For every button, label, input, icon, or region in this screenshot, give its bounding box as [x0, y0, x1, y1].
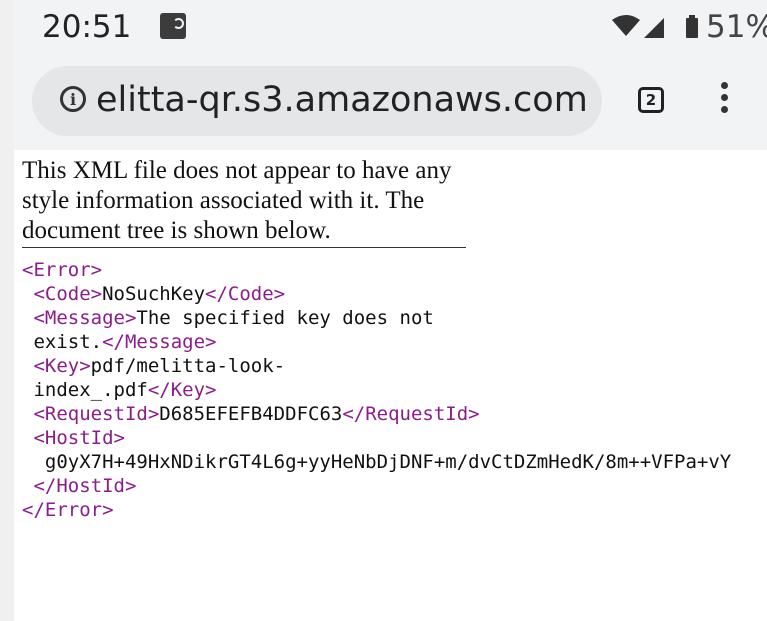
status-bar: 20:51 51% — [14, 0, 767, 56]
message-open-tag: <Message> — [33, 307, 137, 329]
tab-switcher-button[interactable]: 2 — [638, 87, 664, 113]
battery-icon — [686, 18, 698, 38]
notification-icon — [160, 13, 186, 39]
xml-line: <Key>pdf/melitta-look- — [22, 354, 767, 378]
xml-style-notice: This XML file does not appear to have an… — [22, 156, 466, 248]
xml-line: index_.pdf</Key> — [22, 378, 767, 402]
info-icon[interactable]: i — [60, 86, 86, 112]
key-open-tag: <Key> — [33, 355, 91, 377]
left-edge-strip — [0, 0, 14, 621]
key-close-tag: </Key> — [147, 379, 217, 401]
page-content: This XML file does not appear to have an… — [22, 150, 767, 522]
key-value-cont: index_.pdf — [33, 379, 148, 401]
key-value: pdf/melitta-look- — [90, 355, 286, 377]
requestid-close-tag: </RequestId> — [342, 403, 480, 425]
address-bar[interactable]: i elitta-qr.s3.amazonaws.com — [32, 66, 602, 136]
browser-toolbar: i elitta-qr.s3.amazonaws.com 2 — [14, 56, 767, 150]
xml-line: <RequestId>D685EFEFB4DDFC63</RequestId> — [22, 402, 767, 426]
xml-line: <Message>The specified key does not — [22, 306, 767, 330]
code-value: NoSuchKey — [102, 283, 206, 305]
message-value-cont: exist. — [33, 331, 103, 353]
url-text[interactable]: elitta-qr.s3.amazonaws.com — [96, 80, 588, 120]
wifi-icon — [612, 15, 640, 36]
xml-line: </HostId> — [22, 474, 767, 498]
xml-line: g0yX7H+49HxNDikrGT4L6g+yyHeNbDjDNF+m/dvC… — [22, 450, 767, 474]
xml-document-tree: <Error> <Code>NoSuchKey</Code> <Message>… — [22, 258, 767, 522]
message-value: The specified key does not — [136, 307, 434, 329]
hostid-open-tag: <HostId> — [33, 427, 125, 449]
error-open-tag: <Error> — [22, 259, 103, 281]
signal-icon — [644, 18, 664, 38]
hostid-close-tag: </HostId> — [33, 475, 137, 497]
xml-line: <Error> — [22, 258, 767, 282]
message-close-tag: </Message> — [102, 331, 217, 353]
xml-line: </Error> — [22, 498, 767, 522]
error-close-tag: </Error> — [22, 499, 114, 521]
xml-line: exist.</Message> — [22, 330, 767, 354]
requestid-open-tag: <RequestId> — [33, 403, 160, 425]
hostid-value: g0yX7H+49HxNDikrGT4L6g+yyHeNbDjDNF+m/dvC… — [44, 451, 732, 473]
clock: 20:51 — [42, 9, 132, 45]
system-status-icons — [612, 15, 698, 38]
requestid-value: D685EFEFB4DDFC63 — [159, 403, 343, 425]
code-close-tag: </Code> — [205, 283, 286, 305]
battery-percent: 51% — [706, 9, 767, 45]
xml-line: <HostId> — [22, 426, 767, 450]
overflow-menu-icon[interactable] — [714, 82, 734, 122]
code-open-tag: <Code> — [33, 283, 103, 305]
xml-line: <Code>NoSuchKey</Code> — [22, 282, 767, 306]
